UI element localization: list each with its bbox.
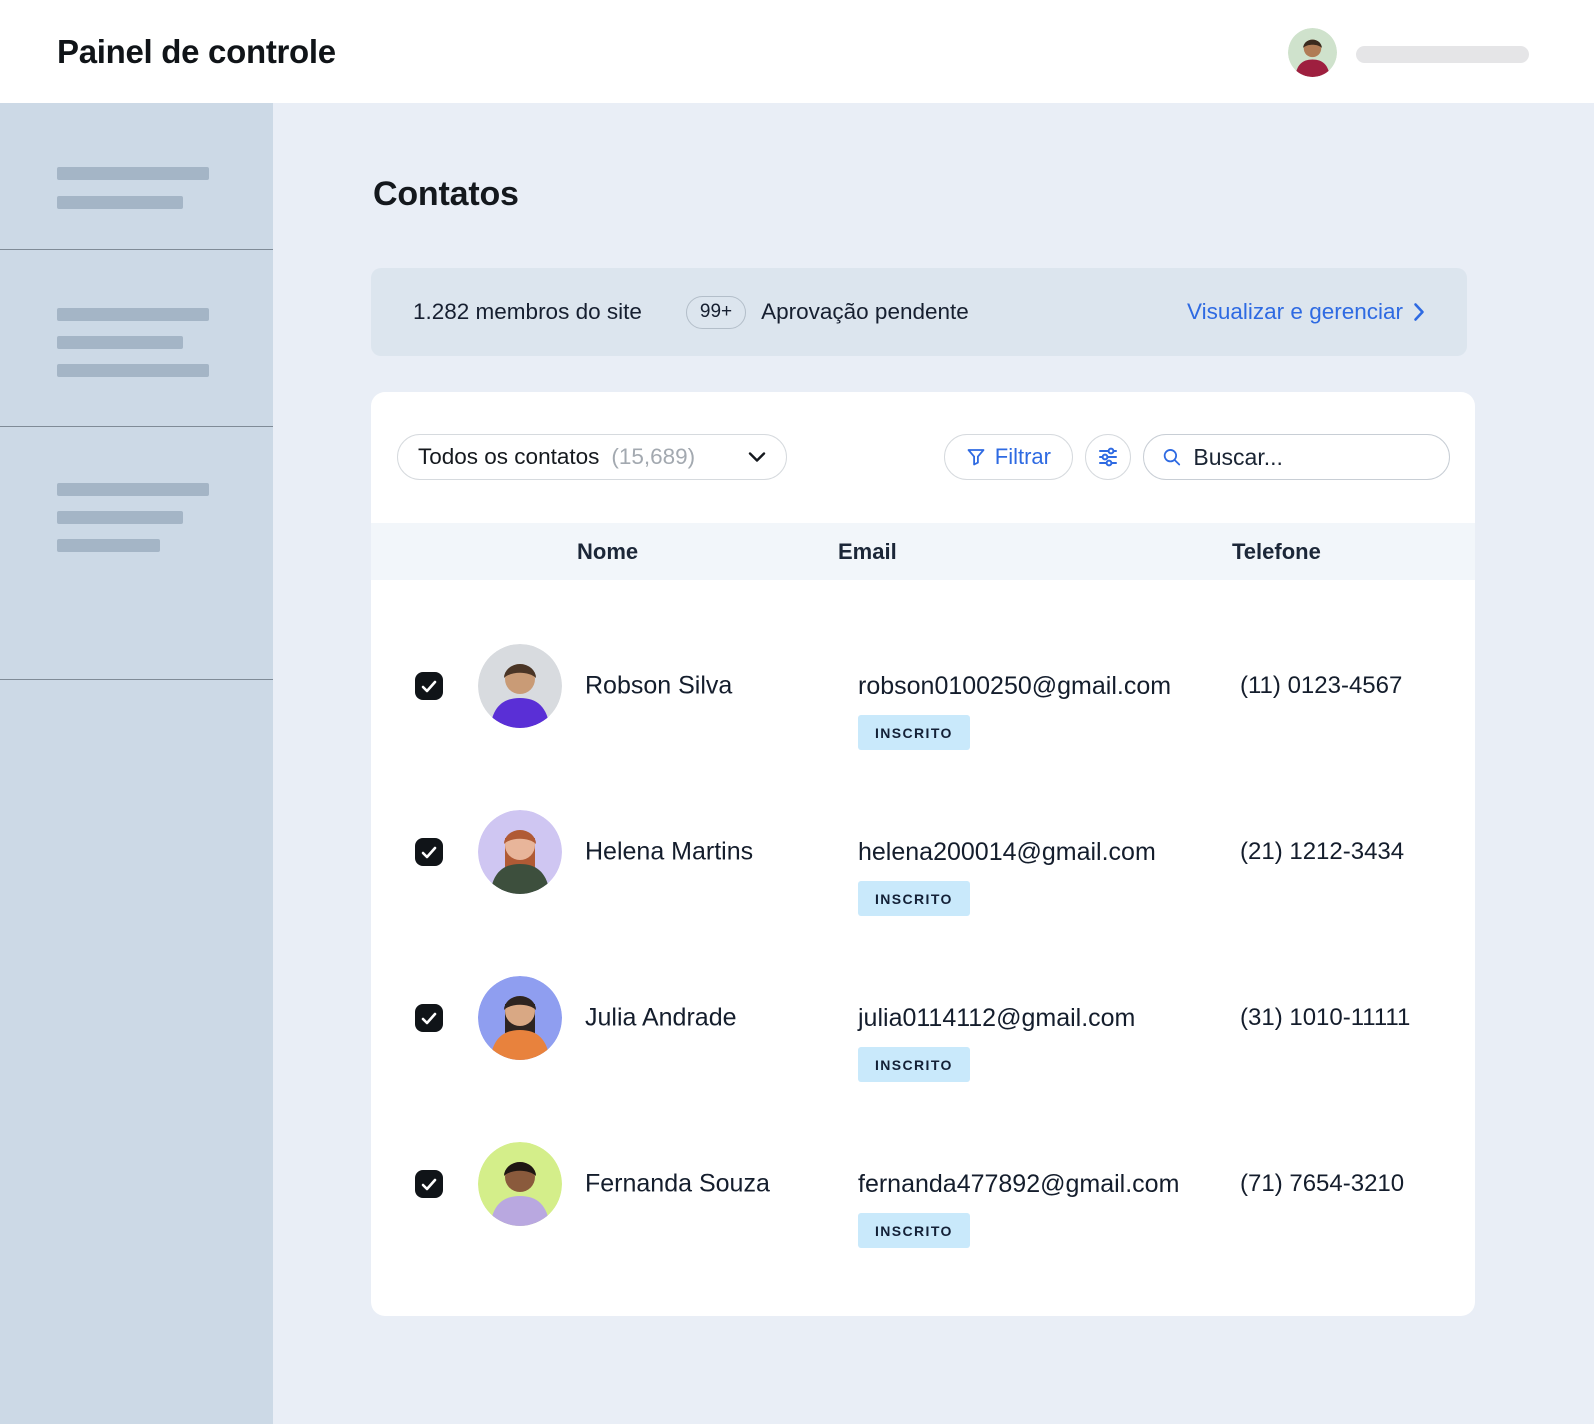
contact-email: helena200014@gmail.com (858, 838, 1156, 866)
check-icon (421, 680, 437, 692)
column-header-phone: Telefone (1232, 538, 1321, 564)
members-count-text: 1.282 membros do site (413, 299, 642, 324)
view-and-manage-link[interactable]: Visualizar e gerenciar (1187, 299, 1425, 325)
table-row[interactable]: Helena Martins helena200014@gmail.com IN… (371, 769, 1475, 935)
column-header-email: Email (838, 538, 897, 564)
contact-avatar (478, 644, 562, 728)
check-icon (421, 1178, 437, 1190)
row-checkbox[interactable] (415, 1170, 443, 1198)
search-input[interactable] (1193, 443, 1431, 471)
topbar-placeholder-bar (1356, 46, 1529, 63)
contact-name: Helena Martins (585, 837, 754, 866)
contact-phone: (31) 1010-11111 (1240, 1004, 1411, 1031)
row-checkbox[interactable] (415, 838, 443, 866)
sidebar-placeholder-bar (57, 539, 160, 552)
row-checkbox[interactable] (415, 672, 443, 700)
row-checkbox[interactable] (415, 1004, 443, 1032)
table-row[interactable]: Fernanda Souza fernanda477892@gmail.com … (371, 1101, 1475, 1267)
contact-name: Fernanda Souza (585, 1169, 770, 1198)
search-box (1143, 434, 1450, 480)
pending-count-badge: 99+ (685, 295, 747, 329)
main-content: Contatos 1.282 membros do site 99+ Aprov… (273, 103, 1594, 1424)
table-header: Nome Email Telefone (371, 523, 1475, 580)
contact-email-cell: robson0100250@gmail.com INSCRITO (858, 670, 1171, 750)
status-badge: INSCRITO (858, 1047, 970, 1082)
contact-phone: (71) 7654-3210 (1240, 1170, 1405, 1197)
pending-approval-text: Aprovação pendente (761, 299, 969, 324)
sidebar-section (0, 103, 273, 250)
top-bar: Painel de controle (0, 0, 1594, 103)
contact-name: Julia Andrade (585, 1003, 737, 1032)
sidebar-placeholder-bar (57, 511, 183, 524)
contact-email-cell: fernanda477892@gmail.com INSCRITO (858, 1168, 1179, 1248)
sidebar (0, 103, 273, 1424)
app-title: Painel de controle (57, 32, 336, 70)
sidebar-placeholder-bar (57, 364, 209, 377)
contact-avatar (478, 810, 562, 894)
chevron-down-icon (748, 451, 766, 463)
advanced-filters-button[interactable] (1085, 434, 1131, 480)
user-avatar-image (1288, 28, 1337, 77)
column-header-name: Nome (577, 538, 639, 564)
funnel-icon (967, 449, 985, 466)
contacts-card: Todos os contatos (15,689) Filtrar Busca… (371, 392, 1475, 1316)
table-row[interactable]: Julia Andrade julia0114112@gmail.com INS… (371, 935, 1475, 1101)
check-icon (421, 846, 437, 858)
sidebar-placeholder-bar (57, 196, 183, 209)
check-icon (421, 1012, 437, 1024)
dropdown-count: (15,689) (611, 444, 696, 469)
chevron-right-icon (1414, 303, 1424, 321)
contact-email: robson0100250@gmail.com (858, 672, 1172, 700)
contact-phone: (11) 0123-4567 (1240, 672, 1403, 699)
contacts-list: Robson Silva robson0100250@gmail.com INS… (371, 580, 1475, 1267)
sidebar-section (0, 427, 273, 680)
filter-button[interactable]: Filtrar (943, 434, 1073, 480)
sliders-icon (1099, 447, 1117, 467)
view-and-manage-label: Visualizar e gerenciar (1187, 299, 1403, 324)
user-avatar[interactable] (1288, 28, 1337, 77)
contact-email-cell: julia0114112@gmail.com INSCRITO (858, 1002, 1135, 1082)
contact-name: Robson Silva (585, 671, 733, 700)
filter-button-label: Filtrar (994, 444, 1051, 469)
contact-phone: (21) 1212-3434 (1240, 838, 1405, 865)
contacts-toolbar: Todos os contatos (15,689) Filtrar (397, 434, 1450, 480)
search-icon (1163, 449, 1181, 466)
toolbar-controls: Filtrar (943, 434, 1450, 480)
contact-email: julia0114112@gmail.com (858, 1004, 1136, 1032)
sidebar-section (0, 250, 273, 427)
status-badge: INSCRITO (858, 881, 970, 916)
sidebar-placeholder-bar (57, 308, 209, 321)
dropdown-selected-label: Todos os contatos (418, 444, 600, 469)
contact-avatar (478, 1142, 562, 1226)
sidebar-placeholder-bar (57, 336, 183, 349)
sidebar-placeholder-bar (57, 483, 209, 496)
contact-avatar (478, 976, 562, 1060)
status-badge: INSCRITO (858, 715, 970, 750)
contact-email: fernanda477892@gmail.com (858, 1170, 1180, 1198)
sidebar-placeholder-bar (57, 167, 209, 180)
contacts-filter-dropdown[interactable]: Todos os contatos (15,689) (397, 434, 787, 480)
contact-email-cell: helena200014@gmail.com INSCRITO (858, 836, 1156, 916)
status-badge: INSCRITO (858, 1213, 970, 1248)
site-members-banner: 1.282 membros do site 99+ Aprovação pend… (371, 268, 1467, 356)
table-row[interactable]: Robson Silva robson0100250@gmail.com INS… (371, 603, 1475, 769)
page-title: Contatos (373, 175, 519, 213)
